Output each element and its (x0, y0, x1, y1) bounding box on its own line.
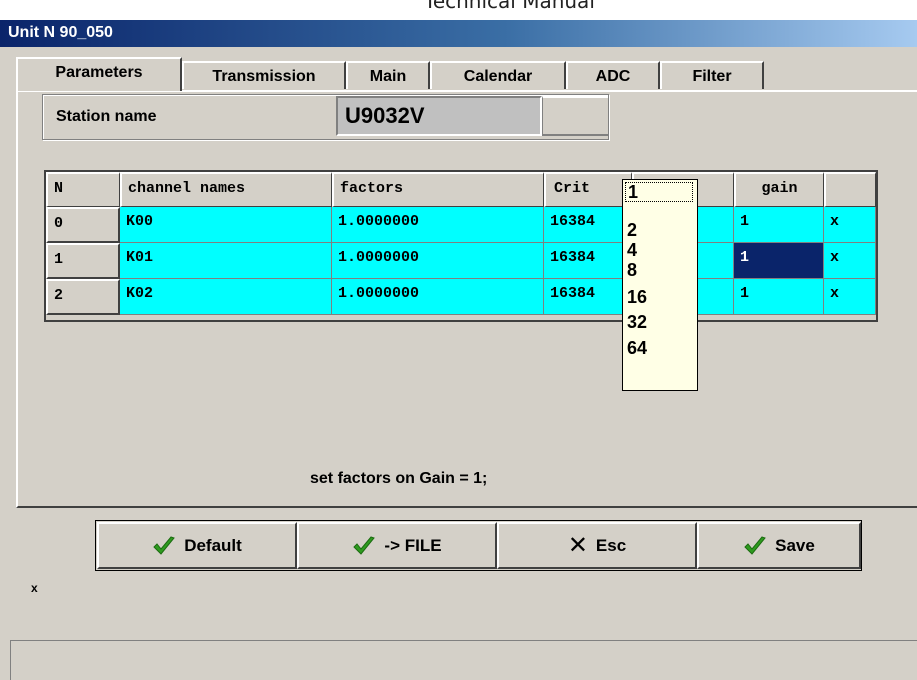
gain-option[interactable]: 16 (627, 288, 647, 306)
to-file-button[interactable]: -> FILE (297, 522, 497, 569)
col-header-flag[interactable] (824, 172, 876, 207)
save-button-label: Save (775, 535, 815, 555)
col-header-crit[interactable]: Crit (544, 172, 632, 207)
row-header-2[interactable]: 2 (46, 279, 120, 315)
gain-option[interactable]: 1 (625, 182, 693, 202)
channel-grid: N channel names factors Crit gain 0 K00 … (44, 170, 878, 322)
station-name-label: Station name (56, 108, 157, 125)
gain-option[interactable]: 8 (627, 261, 637, 279)
checkmark-icon (153, 535, 176, 555)
document-header-text: Technical Manual (424, 0, 595, 13)
status-message: set factors on Gain = 1; (310, 470, 488, 487)
station-spacer (542, 96, 608, 136)
title-bar: Unit N 90_050 (0, 20, 917, 47)
row-header-0[interactable]: 0 (46, 207, 120, 243)
cell-channel-name[interactable]: K01 (120, 243, 332, 279)
checkmark-icon (353, 535, 376, 555)
close-icon: ✕ (567, 531, 588, 559)
station-name-field[interactable]: U9032V (336, 96, 542, 136)
cell-factor[interactable]: 1.0000000 (332, 243, 544, 279)
cell-flag[interactable]: x (824, 207, 876, 243)
small-mark: x (31, 581, 38, 595)
col-header-channel-names[interactable]: channel names (120, 172, 332, 207)
esc-button-label: Esc (595, 535, 627, 555)
document-header: Technical Manual (0, 0, 917, 22)
tab-calendar[interactable]: Calendar (430, 61, 566, 89)
cell-channel-name[interactable]: K00 (120, 207, 332, 243)
esc-button[interactable]: ✕ Esc (497, 522, 697, 569)
save-button[interactable]: Save (697, 522, 861, 569)
gain-option[interactable]: 64 (627, 339, 647, 357)
tab-adc[interactable]: ADC (566, 61, 660, 89)
default-button-label: Default (184, 535, 242, 555)
tab-transmission[interactable]: Transmission (182, 61, 346, 89)
gain-option[interactable]: 32 (627, 313, 647, 331)
window-title: Unit N 90_050 (8, 24, 113, 41)
checkmark-icon (744, 535, 766, 555)
cell-flag[interactable]: x (824, 243, 876, 279)
tab-main[interactable]: Main (346, 61, 430, 89)
cell-flag[interactable]: x (824, 279, 876, 315)
row-header-1[interactable]: 1 (46, 243, 120, 279)
cell-gain[interactable]: 1 (734, 207, 824, 243)
tab-parameters[interactable]: Parameters (16, 57, 182, 91)
gain-dropdown-list[interactable]: 1 2 4 8 16 32 64 (622, 179, 698, 391)
cell-factor[interactable]: 1.0000000 (332, 207, 544, 243)
col-header-n[interactable]: N (46, 172, 120, 207)
col-header-factors[interactable]: factors (332, 172, 544, 207)
cell-gain[interactable]: 1 (734, 279, 824, 315)
button-bar: Default -> FILE ✕ Esc Save (95, 520, 862, 571)
cell-factor[interactable]: 1.0000000 (332, 279, 544, 315)
gain-option[interactable]: 2 (627, 221, 637, 239)
gain-option[interactable]: 4 (627, 241, 637, 259)
status-bar (10, 640, 917, 680)
tab-filter[interactable]: Filter (660, 61, 764, 89)
cell-channel-name[interactable]: K02 (120, 279, 332, 315)
cell-gain-selected[interactable]: 1 (734, 243, 824, 279)
default-button[interactable]: Default (97, 522, 297, 569)
to-file-button-label: -> FILE (384, 535, 442, 555)
col-header-gain[interactable]: gain (734, 172, 824, 207)
